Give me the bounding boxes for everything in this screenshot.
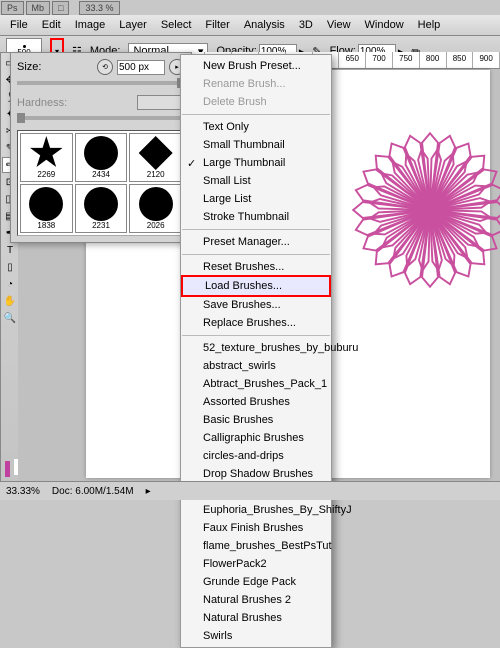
menu-item[interactable]: Abtract_Brushes_Pack_1: [181, 375, 331, 393]
menu-item[interactable]: Large Thumbnail: [181, 154, 331, 172]
status-zoom[interactable]: 33.33%: [6, 486, 40, 497]
hardness-label: Hardness:: [17, 97, 67, 109]
menu-item[interactable]: Calligraphic Brushes: [181, 429, 331, 447]
menu-item[interactable]: Natural Brushes: [181, 609, 331, 627]
menu-item[interactable]: Stroke Thumbnail: [181, 208, 331, 226]
tool-type[interactable]: T: [2, 242, 18, 258]
menu-item[interactable]: Large List: [181, 190, 331, 208]
size-input[interactable]: [117, 60, 165, 75]
menu-file[interactable]: File: [4, 17, 34, 33]
menu-analysis[interactable]: Analysis: [238, 17, 291, 33]
menu-item[interactable]: Swirls: [181, 627, 331, 645]
menu-item[interactable]: Text Only: [181, 118, 331, 136]
reset-size-icon[interactable]: ⟲: [97, 59, 113, 75]
brush-thumb[interactable]: 2026: [129, 184, 182, 233]
brush-thumb[interactable]: 2231: [75, 184, 128, 233]
menu-3d[interactable]: 3D: [293, 17, 319, 33]
menu-filter[interactable]: Filter: [199, 17, 235, 33]
menu-item[interactable]: Small Thumbnail: [181, 136, 331, 154]
menu-item[interactable]: Natural Brushes 2: [181, 591, 331, 609]
tool-hand[interactable]: ✋: [2, 293, 18, 309]
menu-item[interactable]: New Brush Preset...: [181, 57, 331, 75]
app-tab[interactable]: □: [52, 1, 69, 15]
status-bar: 33.33% Doc: 6.00M/1.54M ▸: [0, 481, 500, 500]
size-slider[interactable]: [17, 81, 185, 85]
menu-layer[interactable]: Layer: [113, 17, 153, 33]
menu-item[interactable]: Basic Brushes: [181, 411, 331, 429]
menu-item[interactable]: flame_brushes_BestPsTut: [181, 537, 331, 555]
brush-preset-panel: Size: ⟲▸ Hardness: 2269 2434 2120 1838 2…: [10, 52, 192, 243]
menu-item[interactable]: Faux Finish Brushes: [181, 519, 331, 537]
menu-edit[interactable]: Edit: [36, 17, 67, 33]
brush-context-menu: New Brush Preset...Rename Brush...Delete…: [180, 54, 332, 648]
menu-item: Rename Brush...: [181, 75, 331, 93]
zoom-display: 33.3 %: [79, 1, 119, 15]
hardness-input: [137, 95, 185, 110]
brush-thumb[interactable]: 2434: [75, 133, 128, 182]
menu-item[interactable]: Assorted Brushes: [181, 393, 331, 411]
menu-item[interactable]: Small List: [181, 172, 331, 190]
tool-shape[interactable]: ◔: [2, 276, 18, 292]
tool-zoom[interactable]: 🔍: [2, 310, 18, 326]
menu-item: Delete Brush: [181, 93, 331, 111]
brush-thumb[interactable]: 2269: [20, 133, 73, 182]
menu-bar: File Edit Image Layer Select Filter Anal…: [0, 15, 500, 36]
app-tab[interactable]: Ps: [1, 1, 24, 15]
menu-item[interactable]: Replace Brushes...: [181, 314, 331, 332]
menu-image[interactable]: Image: [69, 17, 112, 33]
brush-thumb[interactable]: 1838: [20, 184, 73, 233]
flower-artwork: [350, 130, 500, 290]
menu-item[interactable]: Save Brushes...: [181, 296, 331, 314]
menu-item[interactable]: circles-and-drips: [181, 447, 331, 465]
status-doc: Doc: 6.00M/1.54M: [52, 486, 134, 497]
menu-window[interactable]: Window: [359, 17, 410, 33]
brush-thumb[interactable]: 2120: [129, 133, 182, 182]
menu-item[interactable]: 52_texture_brushes_by_buburu: [181, 339, 331, 357]
menu-item[interactable]: Euphoria_Brushes_By_ShiftyJ: [181, 501, 331, 519]
menu-item[interactable]: Load Brushes...: [181, 275, 331, 297]
menu-item[interactable]: Grunde Edge Pack: [181, 573, 331, 591]
size-label: Size:: [17, 61, 41, 73]
brush-thumbnail-grid[interactable]: 2269 2434 2120 1838 2231 2026: [17, 130, 185, 236]
menu-item[interactable]: Reset Brushes...: [181, 258, 331, 276]
app-tab[interactable]: Mb: [26, 1, 51, 15]
menu-item[interactable]: FlowerPack2: [181, 555, 331, 573]
hardness-slider[interactable]: [17, 116, 185, 120]
menu-select[interactable]: Select: [155, 17, 198, 33]
menu-item[interactable]: abstract_swirls: [181, 357, 331, 375]
title-tabs: Ps Mb □ 33.3 %: [0, 0, 121, 16]
tool-path[interactable]: ▯: [2, 259, 18, 275]
menu-help[interactable]: Help: [412, 17, 447, 33]
menu-view[interactable]: View: [321, 17, 357, 33]
menu-item[interactable]: Preset Manager...: [181, 233, 331, 251]
